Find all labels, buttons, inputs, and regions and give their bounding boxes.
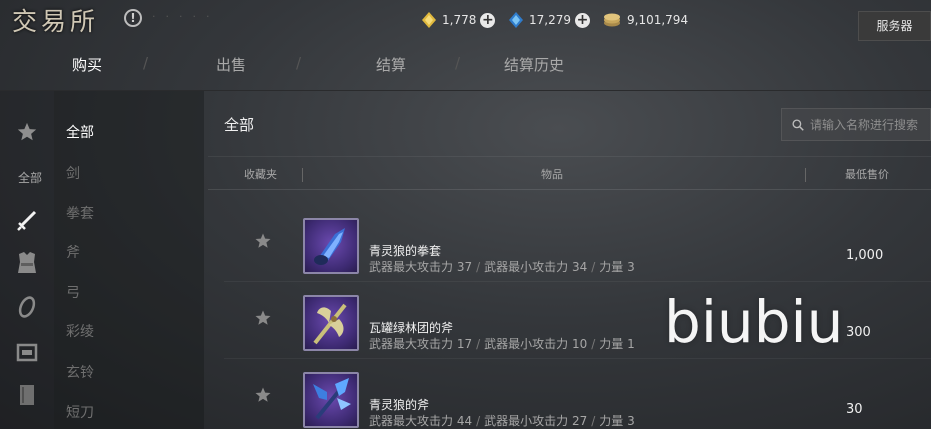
book-icon [20,385,34,405]
rail-armor[interactable] [0,251,54,279]
table-row[interactable]: 青灵狼的斧 武器最大攻击力 44/武器最小攻击力 27/力量 3 30 [224,362,931,429]
category-icon-rail: 全部 [0,91,54,429]
currency-coins: 9,101,794 [603,10,688,30]
crystal-axe-icon [303,372,359,428]
main-tabs: 购买 / 出售 / 结算 / 结算历史 [0,46,931,88]
category-item[interactable]: 短刀 [66,402,94,422]
item-stat: 武器最大攻击力 44 [369,414,473,428]
item-price: 30 [846,402,863,417]
item-stats: 武器最大攻击力 37/武器最小攻击力 34/力量 3 [369,260,635,274]
title-ornament: ····· [152,10,220,23]
item-stat: 武器最小攻击力 27 [484,414,588,428]
search-box[interactable] [781,108,931,141]
category-item[interactable]: 彩绫 [66,321,94,341]
table-header: 收藏夹 物品 最低售价 [208,156,931,190]
category-item[interactable]: 全部 [66,122,94,142]
item-price: 300 [846,325,871,340]
rail-favorites[interactable] [0,121,54,147]
search-icon [792,118,804,131]
tab-settle[interactable]: 结算 [376,54,406,75]
column-header-item[interactable]: 物品 [541,166,563,182]
search-input[interactable] [810,114,930,135]
item-stat: 力量 1 [599,337,635,351]
rail-all-label[interactable]: 全部 [0,169,60,186]
armor-icon [18,252,36,273]
gold-crystal-icon [422,12,436,28]
currency-blue-crystal: 17,279 + [509,10,590,30]
blue-crystal-amount: 17,279 [529,13,571,27]
favorite-star-icon[interactable] [254,386,272,404]
column-divider [302,168,303,182]
category-item[interactable]: 拳套 [66,203,94,223]
category-item[interactable]: 玄铃 [66,362,94,382]
section-title: 全部 [224,116,255,134]
column-header-price[interactable]: 最低售价 [845,166,889,182]
category-item[interactable]: 剑 [66,163,80,183]
item-stat: 武器最大攻击力 37 [369,260,473,274]
item-stat: 力量 3 [599,414,635,428]
gold-crystal-amount: 1,778 [442,13,477,27]
page-title: 交易所 [12,7,100,36]
server-button[interactable]: 服务器 [858,11,931,41]
table-row[interactable]: 青灵狼的拳套 武器最大攻击力 37/武器最小攻击力 34/力量 3 1,000 [224,208,931,282]
item-price: 1,000 [846,248,884,263]
box-icon [16,343,38,362]
tab-divider: / [143,54,149,72]
star-icon [17,122,37,141]
tab-settle-history[interactable]: 结算历史 [504,54,564,75]
tab-divider: / [455,54,461,72]
claw-gauntlet-icon [303,218,359,274]
favorite-star-icon[interactable] [254,309,272,327]
item-stats: 武器最大攻击力 17/武器最小攻击力 10/力量 1 [369,337,635,351]
tab-divider: / [296,54,302,72]
rail-accessories[interactable] [0,295,54,323]
battle-axe-icon [303,295,359,351]
item-stat: 武器最小攻击力 34 [484,260,588,274]
item-stats: 武器最大攻击力 44/武器最小攻击力 27/力量 3 [369,414,635,428]
column-header-favorites[interactable]: 收藏夹 [244,166,277,182]
coin-stack-icon [604,13,620,27]
item-stat: 力量 3 [599,260,635,274]
blue-crystal-icon [509,12,523,28]
currency-gold-crystal: 1,778 + [422,10,496,30]
watermark-text: biubiu [664,288,844,356]
tab-buy[interactable]: 购买 [72,54,102,75]
accessory-icon [18,296,36,318]
rail-weapons[interactable] [0,209,54,237]
item-name: 瓦罐绿林团的斧 [369,321,454,335]
favorite-star-icon[interactable] [254,232,272,250]
sword-icon [17,210,37,231]
info-icon[interactable]: ! [124,9,142,27]
category-item[interactable]: 弓 [66,282,80,302]
tab-sell[interactable]: 出售 [216,54,246,75]
item-name: 青灵狼的拳套 [369,244,442,258]
add-blue-crystal-button[interactable]: + [575,12,590,28]
item-stat: 武器最大攻击力 17 [369,337,473,351]
rail-box[interactable] [0,341,54,367]
add-gold-crystal-button[interactable]: + [480,12,496,28]
column-divider [805,168,806,182]
rail-book[interactable] [0,383,54,411]
coin-amount: 9,101,794 [627,13,689,27]
top-bar: 交易所 ! ····· 1,778 + 17,279 + 9,101,794 服… [0,0,931,44]
category-list: 全部 剑 拳套 斧 弓 彩绫 玄铃 短刀 [54,91,204,429]
item-stat: 武器最小攻击力 10 [484,337,588,351]
item-name: 青灵狼的斧 [369,398,430,412]
category-item[interactable]: 斧 [66,242,80,262]
